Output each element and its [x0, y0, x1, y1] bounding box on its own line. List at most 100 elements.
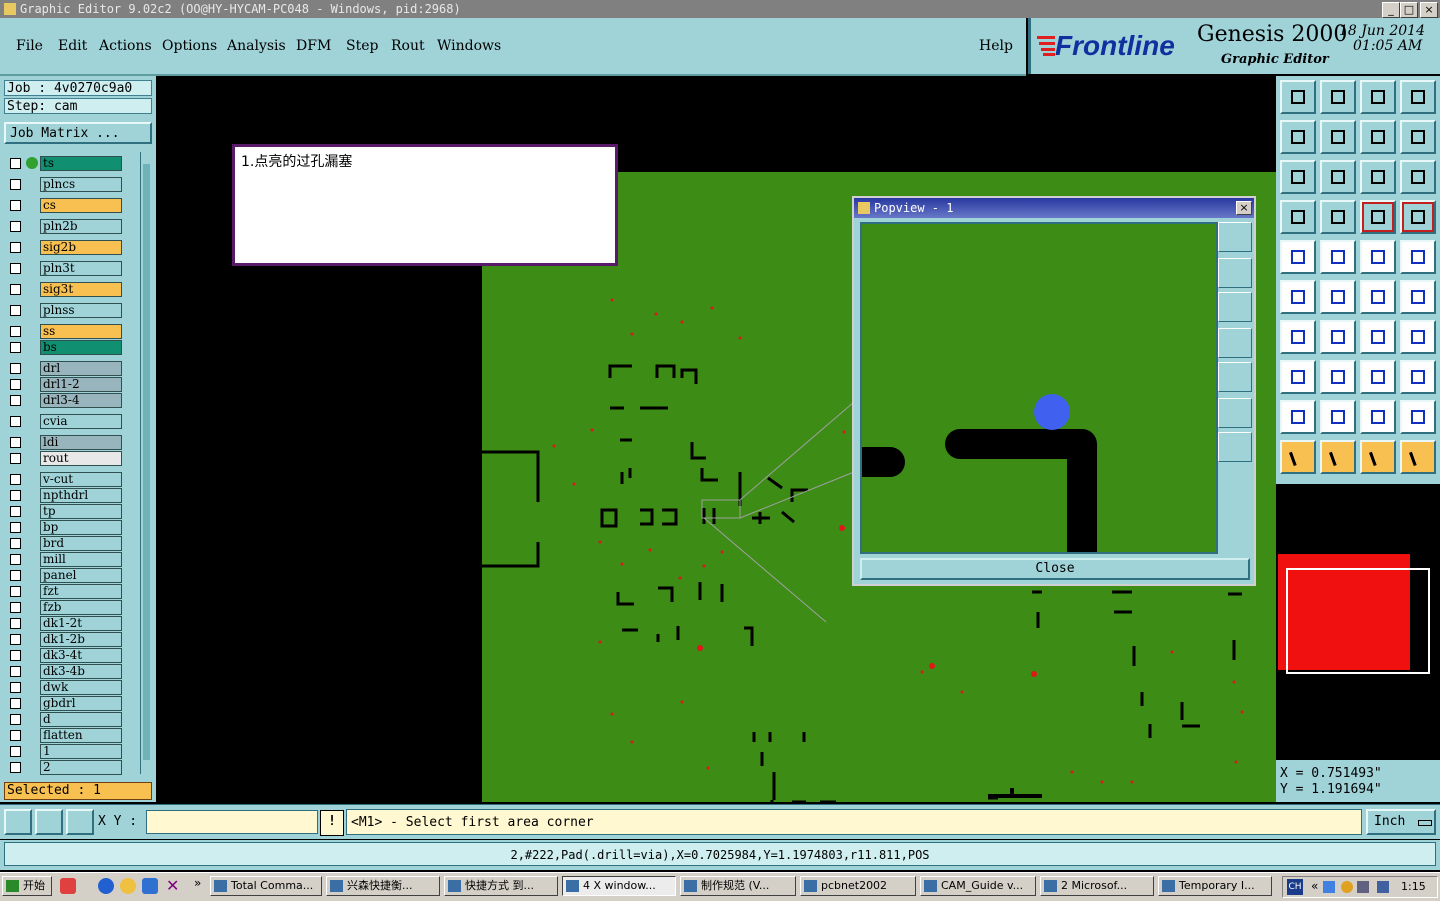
units-selector[interactable]: Inch — [1366, 809, 1436, 835]
layer-compare-icon[interactable] — [1400, 200, 1436, 234]
layer-checkbox[interactable] — [10, 522, 21, 533]
layer-checkbox[interactable] — [10, 326, 21, 337]
swap-icon[interactable] — [1360, 120, 1396, 154]
layer-row-drl[interactable]: drl — [8, 361, 124, 376]
layer-checkbox[interactable] — [10, 634, 21, 645]
layer-checkbox[interactable] — [10, 554, 21, 565]
measure-icon[interactable] — [1360, 240, 1396, 274]
layer-row-bs[interactable]: bs — [8, 340, 124, 355]
layer-name[interactable]: bp — [40, 520, 122, 535]
minimize-button[interactable]: _ — [1382, 2, 1400, 18]
layer-checkbox[interactable] — [10, 263, 21, 274]
layer-name[interactable]: npthdrl — [40, 488, 122, 503]
taskbar-task[interactable]: Total Comma... — [210, 876, 322, 896]
layer-checkbox[interactable] — [10, 602, 21, 613]
layer-name[interactable]: plncs — [40, 177, 122, 192]
layer-checkbox[interactable] — [10, 305, 21, 316]
menu-rout[interactable]: Rout — [391, 38, 425, 54]
layer-row-drl3-4[interactable]: drl3-4 — [8, 393, 124, 408]
layer-checkbox[interactable] — [10, 342, 21, 353]
popview-close-button[interactable]: Close — [860, 558, 1250, 580]
flip-icon[interactable] — [1400, 400, 1436, 434]
layer-checkbox[interactable] — [10, 682, 21, 693]
maximize-button[interactable]: □ — [1400, 2, 1418, 18]
layer-checkbox[interactable] — [10, 221, 21, 232]
pointer-icon[interactable] — [1280, 440, 1316, 474]
taskbar-task[interactable]: 4 X window... — [562, 876, 676, 896]
popview-tool-2[interactable] — [1218, 258, 1252, 288]
layer-row-brd[interactable]: brd — [8, 536, 124, 551]
tray-icon-2[interactable] — [1341, 881, 1353, 893]
mirror-icon[interactable] — [1400, 320, 1436, 354]
popview-tool-7[interactable] — [1218, 432, 1252, 462]
layer-row-plncs[interactable]: plncs — [8, 177, 124, 192]
close-window-button[interactable]: × — [1420, 2, 1438, 18]
layer-row-v-cut[interactable]: v-cut — [8, 472, 124, 487]
layer-checkbox[interactable] — [10, 363, 21, 374]
layer-row-pln3t[interactable]: pln3t — [8, 261, 124, 276]
tray-icon-3[interactable] — [1357, 881, 1369, 893]
layer-name[interactable]: brd — [40, 536, 122, 551]
triangle-icon[interactable] — [1280, 400, 1316, 434]
layer-checkbox[interactable] — [10, 730, 21, 741]
layer-row-sig3t[interactable]: sig3t — [8, 282, 124, 297]
taskbar-task[interactable]: 2 Microsof... — [1040, 876, 1154, 896]
slash-icon[interactable] — [1320, 320, 1356, 354]
grid-icon[interactable] — [1320, 200, 1356, 234]
line-icon[interactable] — [1320, 240, 1356, 274]
layer-checkbox[interactable] — [10, 650, 21, 661]
surface-icon[interactable] — [1400, 240, 1436, 274]
language-indicator[interactable]: CH — [1287, 879, 1303, 895]
taskbar-task[interactable]: pcbnet2002 — [800, 876, 916, 896]
snap-tool-3[interactable] — [66, 809, 94, 835]
tray-expand-icon[interactable]: « — [1311, 879, 1318, 893]
layer-row-bp[interactable]: bp — [8, 520, 124, 535]
open-job-icon[interactable] — [1280, 80, 1316, 114]
home-icon[interactable] — [1360, 80, 1396, 114]
tray-icon-4[interactable] — [1377, 881, 1389, 893]
layer-name[interactable]: ss — [40, 324, 122, 339]
layer-name[interactable]: cvia — [40, 414, 122, 429]
popview-tool-5[interactable] — [1218, 362, 1252, 392]
layer-name[interactable]: drl1-2 — [40, 377, 122, 392]
layer-name[interactable]: pln2b — [40, 219, 122, 234]
fit-icon[interactable] — [1280, 160, 1316, 194]
cross-icon[interactable] — [1320, 280, 1356, 314]
zoom-ratio-icon[interactable] — [1360, 160, 1396, 194]
layer-name[interactable]: panel — [40, 568, 122, 583]
layer-name[interactable]: pln3t — [40, 261, 122, 276]
layer-checkbox[interactable] — [10, 242, 21, 253]
popview-close-icon[interactable]: × — [1236, 201, 1252, 215]
cluster-icon[interactable] — [1400, 360, 1436, 394]
layer-name[interactable]: dk1-2t — [40, 616, 122, 631]
layer-row-1[interactable]: 1 — [8, 744, 124, 759]
menu-help[interactable]: Help — [979, 38, 1013, 54]
menu-file[interactable]: File — [16, 38, 43, 54]
layer-scrollbar[interactable] — [140, 152, 153, 774]
layer-name[interactable]: ldi — [40, 435, 122, 450]
menu-actions[interactable]: Actions — [99, 38, 152, 54]
layer-checkbox[interactable] — [10, 698, 21, 709]
layer-row-tp[interactable]: tp — [8, 504, 124, 519]
layer-row-dk1-2t[interactable]: dk1-2t — [8, 616, 124, 631]
alert-icon[interactable]: ! — [320, 810, 344, 836]
popview-tool-1[interactable] — [1218, 222, 1252, 252]
layer-row-dwk[interactable]: dwk — [8, 680, 124, 695]
menu-edit[interactable]: Edit — [58, 38, 87, 54]
layer-select-icon[interactable] — [1360, 200, 1396, 234]
snap-icon[interactable] — [1400, 280, 1436, 314]
layer-checkbox[interactable] — [10, 474, 21, 485]
layer-name[interactable]: ts — [40, 156, 122, 171]
node-icon[interactable] — [1280, 280, 1316, 314]
layer-name[interactable]: drl — [40, 361, 122, 376]
xy-input[interactable] — [146, 810, 318, 834]
layer-name[interactable]: 2 — [40, 760, 122, 775]
layer-checkbox[interactable] — [10, 618, 21, 629]
layer-checkbox[interactable] — [10, 395, 21, 406]
layer-name[interactable]: fzt — [40, 584, 122, 599]
layer-row-plnss[interactable]: plnss — [8, 303, 124, 318]
layer-name[interactable]: sig3t — [40, 282, 122, 297]
layer-name[interactable]: cs — [40, 198, 122, 213]
menu-analysis[interactable]: Analysis — [227, 38, 286, 54]
layer-row-d[interactable]: d — [8, 712, 124, 727]
